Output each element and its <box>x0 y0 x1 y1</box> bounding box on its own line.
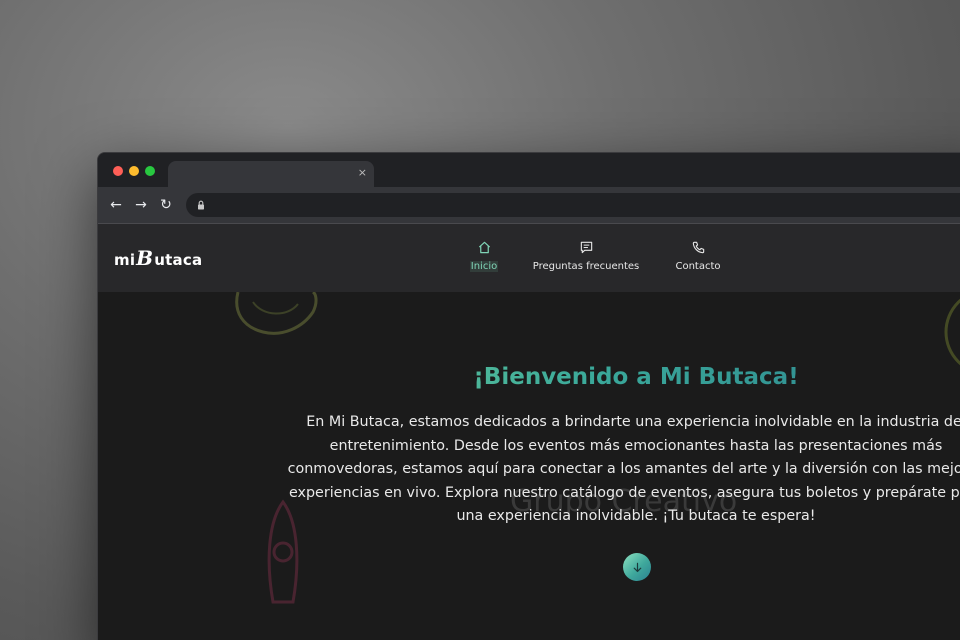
hero-section: Grupo Creativo ¡Bienvenido a Mi Butaca! … <box>98 292 960 640</box>
window-controls <box>113 166 155 176</box>
nav-label-contacto: Contacto <box>675 261 721 272</box>
close-window-button[interactable] <box>113 166 123 176</box>
reload-button[interactable]: ↻ <box>157 196 175 214</box>
nav-item-preguntas-frecuentes[interactable]: Preguntas frecuentes <box>530 240 642 280</box>
back-button[interactable]: ← <box>107 196 125 214</box>
tab-bar: × <box>98 153 960 187</box>
tab-close-icon[interactable]: × <box>358 165 367 181</box>
neon-brain-decoration <box>235 292 318 335</box>
arrow-down-icon <box>633 562 641 572</box>
home-icon <box>478 241 490 254</box>
browser-toolbar: ← → ↻ <box>98 187 960 224</box>
phone-icon <box>692 241 704 254</box>
site-logo[interactable]: mi B utaca <box>114 246 202 272</box>
maximize-window-button[interactable] <box>145 166 155 176</box>
address-bar[interactable] <box>186 193 960 217</box>
logo-suffix: utaca <box>154 251 203 269</box>
nav-item-contacto[interactable]: Contacto <box>668 240 728 280</box>
nav-label-inicio: Inicio <box>469 261 499 272</box>
browser-window: × ← → ↻ mi B utaca Inicio Preguntas frec… <box>97 152 960 640</box>
hero-description: En Mi Butaca, estamos dedicados a brinda… <box>287 414 960 524</box>
nav-label-preguntas-frecuentes: Preguntas frecuentes <box>532 261 640 272</box>
message-square-icon <box>580 241 592 254</box>
logo-b: B <box>136 246 154 270</box>
hero-title: ¡Bienvenido a Mi Butaca! <box>266 364 960 390</box>
scroll-down-button[interactable] <box>623 553 651 581</box>
minimize-window-button[interactable] <box>129 166 139 176</box>
nav-item-inicio[interactable]: Inicio <box>460 240 508 280</box>
logo-prefix: mi <box>114 251 136 269</box>
browser-tab[interactable]: × <box>168 161 374 187</box>
forward-button[interactable]: → <box>132 196 150 214</box>
site-header: mi B utaca Inicio Preguntas frecuentes C… <box>98 224 960 292</box>
lock-icon <box>198 200 204 210</box>
